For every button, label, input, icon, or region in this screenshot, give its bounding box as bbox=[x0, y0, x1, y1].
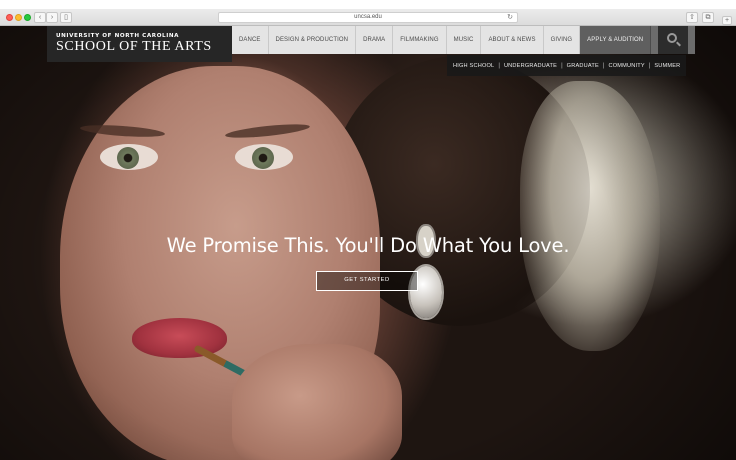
subnav-item-community[interactable]: COMMUNITY bbox=[604, 63, 648, 69]
subnav-item-summer[interactable]: SUMMER bbox=[650, 63, 684, 69]
logo-school-line: SCHOOL OF THE ARTS bbox=[56, 39, 212, 54]
plus-icon[interactable]: + bbox=[722, 16, 732, 25]
info-for-subnav: HIGH SCHOOL | UNDERGRADUATE | GRADUATE |… bbox=[447, 55, 687, 76]
nav-item-filmmaking[interactable]: FILMMAKING bbox=[393, 26, 447, 54]
chevron-left-icon[interactable]: ‹ bbox=[34, 12, 46, 23]
browser-window: ‹ › ▯ uncsa.edu ↻ ⇧ ⧉ + UNIVERSITY OF NO… bbox=[0, 0, 736, 460]
minimize-window-button[interactable] bbox=[15, 14, 22, 21]
nav-item-music[interactable]: MUSIC bbox=[446, 26, 482, 54]
nav-item-drama[interactable]: DRAMA bbox=[356, 26, 394, 54]
subnav-item-high-school[interactable]: HIGH SCHOOL bbox=[449, 63, 498, 69]
search-button[interactable] bbox=[658, 26, 688, 54]
site-logo[interactable]: UNIVERSITY OF NORTH CAROLINA SCHOOL OF T… bbox=[47, 26, 232, 62]
chevron-right-icon[interactable]: › bbox=[46, 12, 58, 23]
nav-item-apply-audition[interactable]: APPLY & AUDITION bbox=[580, 26, 652, 54]
tabs-icon[interactable]: ⧉ bbox=[702, 12, 714, 23]
hero-tagline: We Promise This. You'll Do What You Love… bbox=[166, 234, 570, 257]
nav-item-giving[interactable]: GIVING bbox=[543, 26, 581, 54]
share-icon[interactable]: ⇧ bbox=[686, 12, 698, 23]
browser-toolbar: ‹ › ▯ uncsa.edu ↻ ⇧ ⧉ + bbox=[0, 9, 736, 26]
close-window-button[interactable] bbox=[6, 14, 13, 21]
get-started-button[interactable]: GET STARTED bbox=[316, 271, 418, 291]
search-icon bbox=[667, 33, 677, 43]
nav-item-dance[interactable]: DANCE bbox=[232, 26, 269, 54]
sidebar-icon[interactable]: ▯ bbox=[60, 12, 72, 23]
main-nav: DANCE DESIGN & PRODUCTION DRAMA FILMMAKI… bbox=[232, 26, 695, 54]
address-bar[interactable]: uncsa.edu ↻ bbox=[218, 12, 518, 23]
subnav-item-undergraduate[interactable]: UNDERGRADUATE bbox=[500, 63, 561, 69]
zoom-window-button[interactable] bbox=[24, 14, 31, 21]
nav-item-design-production[interactable]: DESIGN & PRODUCTION bbox=[268, 26, 357, 54]
page-content: UNIVERSITY OF NORTH CAROLINA SCHOOL OF T… bbox=[0, 26, 736, 460]
reload-icon[interactable]: ↻ bbox=[507, 13, 513, 22]
subnav-item-graduate[interactable]: GRADUATE bbox=[563, 63, 603, 69]
url-text: uncsa.edu bbox=[354, 14, 382, 20]
nav-item-about-news[interactable]: ABOUT & NEWS bbox=[481, 26, 544, 54]
